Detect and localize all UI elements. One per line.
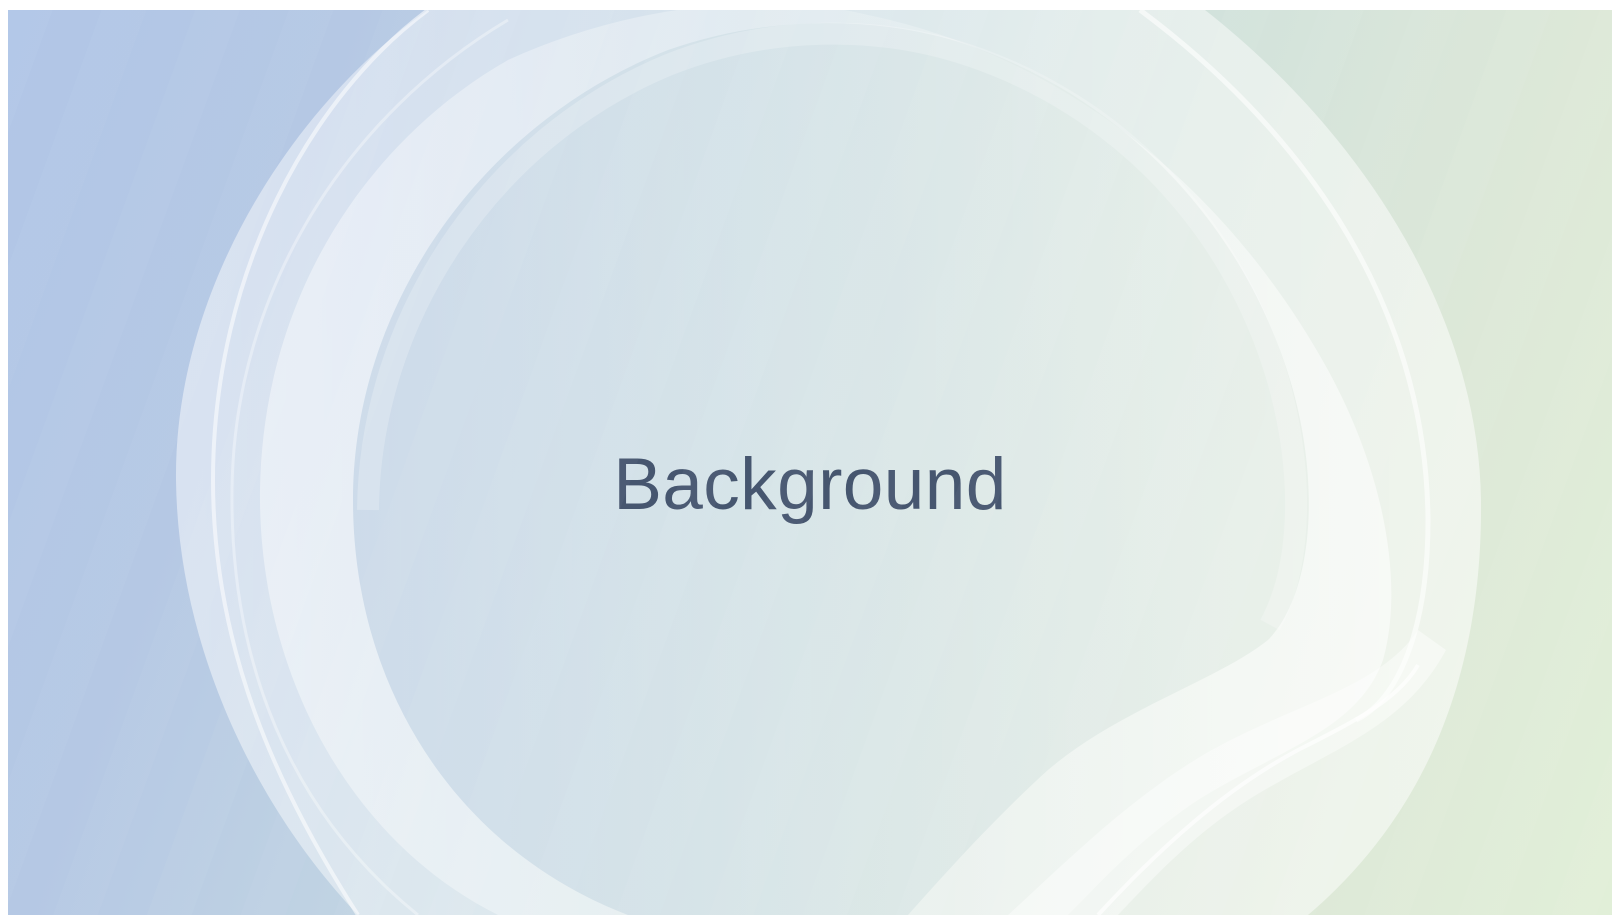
presentation-view: Background [0, 0, 1612, 916]
slide-canvas: Background [8, 10, 1612, 915]
slide-title: Background [613, 444, 1007, 525]
